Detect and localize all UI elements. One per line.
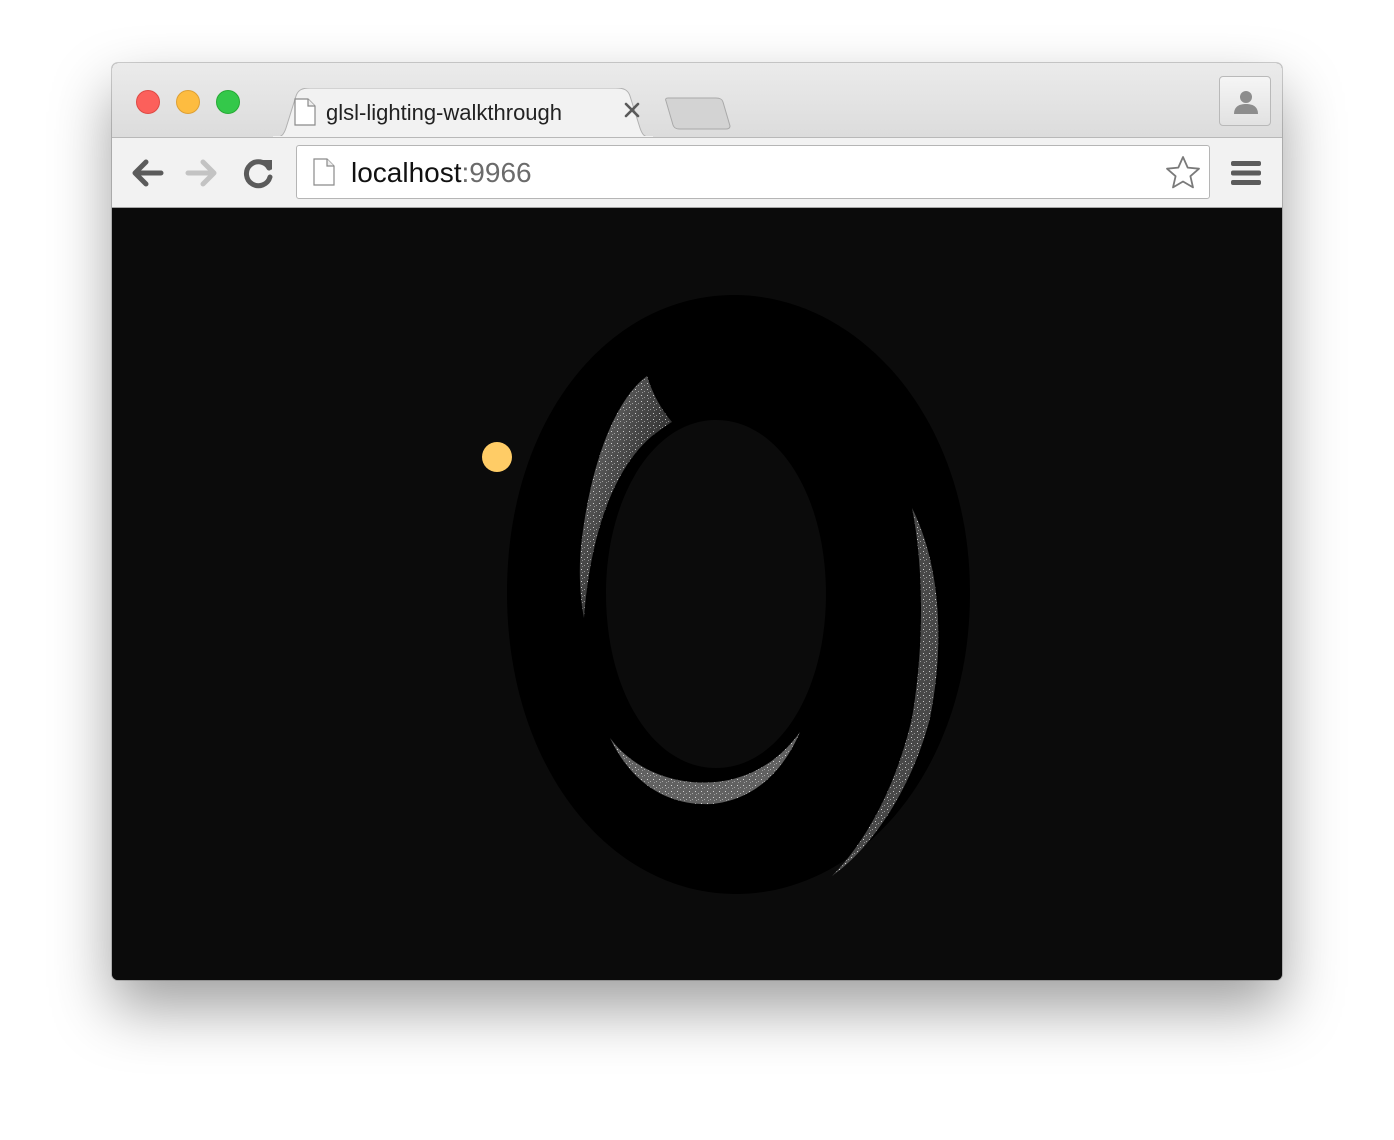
address-bar[interactable]: localhost:9966 [296, 145, 1210, 199]
page-icon [313, 158, 335, 186]
webgl-canvas[interactable] [112, 208, 1282, 980]
tab-glsl-lighting-walkthrough[interactable]: glsl-lighting-walkthrough [272, 88, 654, 138]
lighting-scene [482, 295, 970, 894]
window-close-button[interactable] [136, 90, 160, 114]
light-source [482, 442, 512, 472]
person-icon [1234, 91, 1258, 114]
close-icon[interactable] [620, 98, 644, 122]
profile-button[interactable] [1219, 76, 1271, 126]
arrow-right-icon[interactable] [183, 156, 221, 190]
torus [507, 295, 970, 894]
url-host: localhost [351, 157, 462, 188]
reload-icon[interactable] [240, 156, 278, 190]
arrow-left-icon[interactable] [128, 156, 166, 190]
page-icon [294, 98, 316, 126]
url-text[interactable]: localhost:9966 [351, 158, 532, 188]
browser-toolbar: localhost:9966 [112, 137, 1282, 208]
title-bar: glsl-lighting-walkthrough [112, 63, 1282, 138]
tab-title: glsl-lighting-walkthrough [326, 100, 563, 125]
star-icon[interactable] [1165, 155, 1201, 191]
window-minimize-button[interactable] [176, 90, 200, 114]
new-tab-icon[interactable] [664, 96, 732, 130]
browser-window: glsl-lighting-walkthrough localhost:9966 [112, 63, 1282, 980]
hamburger-menu-icon[interactable] [1230, 158, 1262, 188]
window-maximize-button[interactable] [216, 90, 240, 114]
url-port: :9966 [461, 157, 532, 188]
